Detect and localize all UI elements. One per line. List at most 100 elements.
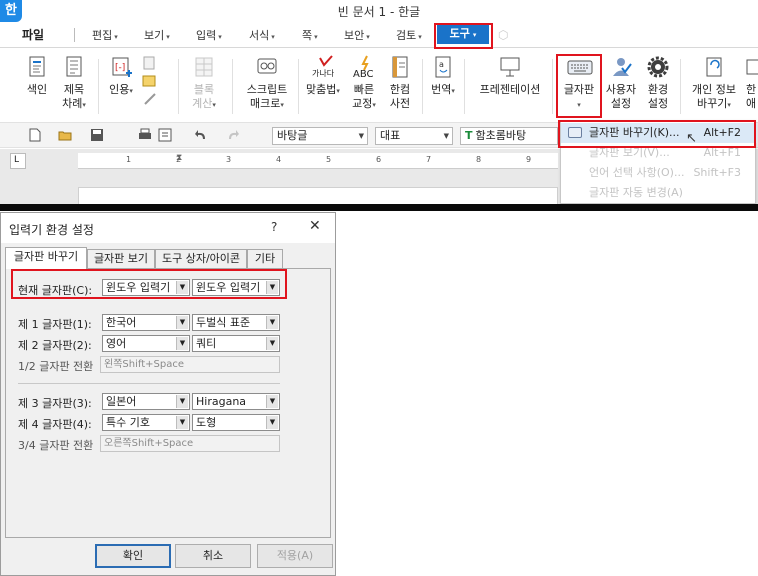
menu-bar: 파일 편집 ▾ 보기 ▾ 입력 ▾ 서식 ▾ 쪽 ▾ 보안 ▾ 검토 ▾ 도구 ▾ ⬡ xyxy=(0,22,758,48)
ribbon-personal-info-button[interactable]: 개인 정보 바꾸기▾ xyxy=(688,55,740,112)
switch12-label: 1/2 글자판 전환 xyxy=(18,360,94,373)
dialog-title-bar: 입력기 환경 설정 ? ✕ xyxy=(1,213,335,243)
toc-icon xyxy=(62,55,86,79)
tab-change-keyboard[interactable]: 글자판 바꾸기 xyxy=(5,247,87,269)
quote-icon: [-] xyxy=(109,55,133,79)
style-select[interactable]: 바탕글 ▼ xyxy=(272,127,368,145)
keyboard4-layout-select[interactable]: 도형 ▼ xyxy=(192,414,280,431)
translate-icon: a xyxy=(431,55,455,79)
ribbon-small-tools[interactable] xyxy=(140,55,160,111)
ribbon-separator xyxy=(464,59,465,114)
spellcheck-icon: 가나다 xyxy=(311,55,335,79)
save-icon[interactable] xyxy=(90,128,104,142)
svg-text:[-]: [-] xyxy=(115,63,125,73)
ribbon-separator xyxy=(680,59,681,114)
input-method-settings-dialog: 입력기 환경 설정 ? ✕ 글자판 바꾸기 글자판 보기 도구 상자/아이콘 기… xyxy=(0,212,336,576)
menu-language-options: 언어 선택 사항(O)... Shift+F3 xyxy=(589,166,741,179)
menu-format[interactable]: 서식 ▾ xyxy=(249,27,275,43)
keyboard2-language-select[interactable]: 영어 ▼ xyxy=(102,335,190,352)
menu-security[interactable]: 보안 ▾ xyxy=(344,27,370,43)
open-folder-icon[interactable] xyxy=(58,128,72,142)
switch34-shortcut-field[interactable]: 오른쪽Shift+Space xyxy=(100,435,280,452)
keyboard4-language-select[interactable]: 특수 기호 ▼ xyxy=(102,414,190,431)
keyboard3-language-select[interactable]: 일본어 ▼ xyxy=(102,393,190,410)
ribbon-quote-button[interactable]: [-] 인용▾ xyxy=(106,55,136,98)
menu-review[interactable]: 검토 ▾ xyxy=(396,27,422,43)
pen-icon xyxy=(142,91,158,107)
redo-icon xyxy=(226,128,240,142)
ribbon-user-settings-button[interactable]: 사용자 설정 xyxy=(604,55,638,111)
ribbon-separator xyxy=(422,59,423,114)
keyboard1-language-select[interactable]: 한국어 ▼ xyxy=(102,314,190,331)
ribbon-separator xyxy=(552,59,553,114)
ribbon-index-button[interactable]: 색인 xyxy=(22,55,52,97)
dialog-title: 입력기 환경 설정 xyxy=(9,223,94,237)
tab-view-keyboard[interactable]: 글자판 보기 xyxy=(87,249,155,269)
keyboard2-layout-select[interactable]: 쿼티 ▼ xyxy=(192,335,280,352)
ribbon-environment-settings-button[interactable]: 환경 설정 xyxy=(642,55,674,111)
screenshot-divider xyxy=(0,204,758,211)
ribbon-block-calc-button: 블록 계산▾ xyxy=(188,55,220,112)
ribbon-dictionary-button[interactable]: 한컴 사전 xyxy=(384,55,416,111)
tab-other[interactable]: 기타 xyxy=(247,249,283,269)
index-icon xyxy=(25,55,49,79)
ribbon-toc-button[interactable]: 제목 차례▾ xyxy=(58,55,90,112)
representative-select[interactable]: 대표 ▼ xyxy=(375,127,453,145)
ribbon-separator xyxy=(98,59,99,114)
print-icon[interactable] xyxy=(138,128,152,142)
undo-icon[interactable] xyxy=(194,128,208,142)
cancel-button[interactable]: 취소 xyxy=(175,544,251,568)
app-window: 한 빈 문서 1 - 한글 파일 편집 ▾ 보기 ▾ 입력 ▾ 서식 ▾ 쪽 ▾ 보안 ▾ … xyxy=(0,0,758,204)
menu-page[interactable]: 쪽 ▾ xyxy=(302,27,318,43)
ribbon-quick-correct-button[interactable]: ABC 빠른 교정▾ xyxy=(348,55,380,112)
cut-off-icon xyxy=(744,55,758,79)
ribbon-spellcheck-button[interactable]: 가나다 맞춤법▾ xyxy=(304,55,342,98)
apply-button: 적용(A) xyxy=(257,544,333,568)
keyboard3-layout-select[interactable]: Hiragana ▼ xyxy=(192,393,280,410)
memo-icon xyxy=(142,73,158,89)
svg-text:a: a xyxy=(439,60,444,69)
new-document-icon[interactable] xyxy=(28,128,42,142)
ribbon-separator xyxy=(232,59,233,114)
indent-marker-icon[interactable]: ⧗ xyxy=(176,153,182,163)
highlight-change-keyboard xyxy=(558,120,756,148)
presentation-icon xyxy=(498,55,522,79)
dictionary-icon xyxy=(388,55,412,79)
ribbon-separator xyxy=(298,59,299,114)
menu-edit[interactable]: 편집 ▾ xyxy=(92,27,118,43)
ribbon-presentation-button[interactable]: 프레젠테이션 xyxy=(474,55,546,97)
svg-text:가나다: 가나다 xyxy=(312,69,335,78)
copy-icon xyxy=(142,55,158,71)
ribbon: 색인 제목 차례▾ [-] 인용▾ 블록 계산▾ 스크립트 매크로▾ 가나다 맞… xyxy=(0,49,758,121)
help-button[interactable]: ? xyxy=(271,220,277,234)
keyboard3-label: 제 3 글자판(3): xyxy=(18,397,92,410)
font-select[interactable]: T 함초롬바탕 xyxy=(460,127,558,145)
menu-view[interactable]: 보기 ▾ xyxy=(144,27,170,43)
script-macro-icon xyxy=(255,55,279,79)
section-divider xyxy=(18,383,280,384)
highlight-keyboard-button xyxy=(556,54,602,118)
ok-button[interactable]: 확인 xyxy=(95,544,171,568)
ribbon-script-macro-button[interactable]: 스크립트 매크로▾ xyxy=(240,55,294,112)
switch12-shortcut-field[interactable]: 왼쪽Shift+Space xyxy=(100,356,280,373)
document-page[interactable] xyxy=(78,187,558,204)
tab-panel-change-keyboard: 현재 글자판(C): 윈도우 입력기 ▼ 윈도우 입력기 ▼ 제 1 글자판(1):… xyxy=(5,268,331,538)
menu-file[interactable]: 파일 xyxy=(22,26,44,43)
keyboard1-layout-select[interactable]: 두벌식 표준 ▼ xyxy=(192,314,280,331)
switch34-label: 3/4 글자판 전환 xyxy=(18,439,94,452)
highlight-current-keyboard xyxy=(11,269,287,299)
ribbon-separator xyxy=(178,59,179,114)
keyboard1-label: 제 1 글자판(1): xyxy=(18,318,92,331)
close-icon[interactable]: ✕ xyxy=(309,218,321,234)
menu-insert[interactable]: 입력 ▾ xyxy=(196,27,222,43)
tab-type-selector[interactable]: L xyxy=(10,153,26,169)
tab-toolbox-icon[interactable]: 도구 상자/아이콘 xyxy=(155,249,247,269)
extra-menu-icon: ⬡ xyxy=(498,28,509,42)
ribbon-translate-button[interactable]: a 번역▾ xyxy=(428,55,458,98)
horizontal-ruler[interactable]: 1 2 3 4 5 6 7 8 9 ⧗ xyxy=(78,153,558,169)
preview-icon[interactable] xyxy=(158,128,172,142)
mouse-cursor-icon: ↖ xyxy=(686,131,697,146)
menu-auto-change-keyboard: 글자판 자동 변경(A) xyxy=(589,186,683,199)
ribbon-cut-off-button[interactable]: 한애 xyxy=(744,55,758,111)
title-bar: 한 빈 문서 1 - 한글 xyxy=(0,0,758,22)
